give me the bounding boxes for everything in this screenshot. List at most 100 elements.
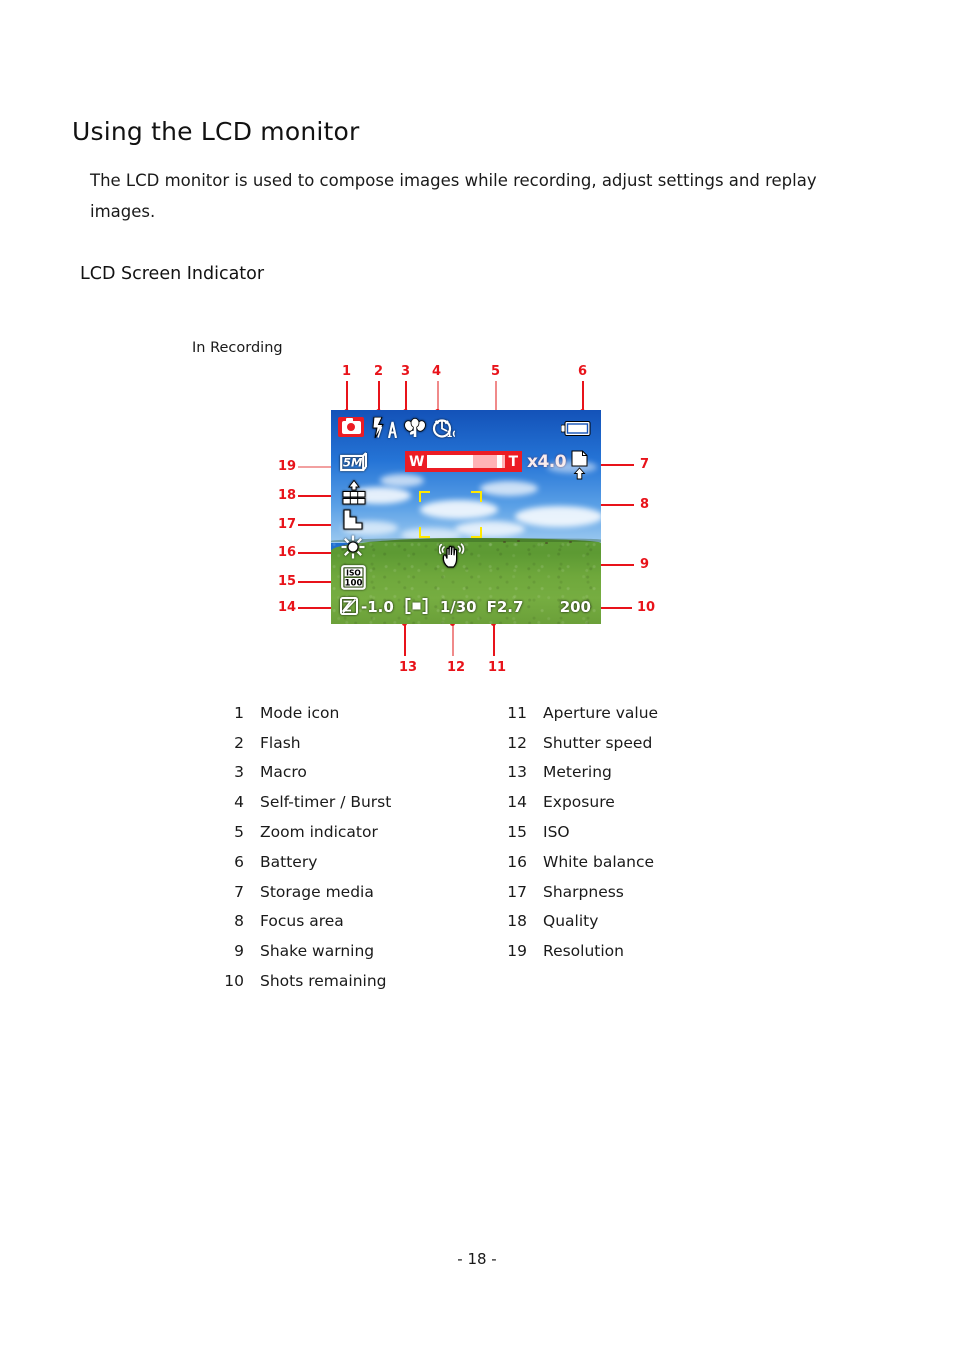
battery-full-icon (560, 420, 591, 441)
subsection-heading-in-recording: In Recording (192, 339, 283, 356)
legend-row: 10 Shots remaining (222, 966, 391, 996)
legend-row-label: Mode icon (260, 703, 340, 722)
legend-row: 3 Macro (222, 758, 391, 788)
zoom-indicator-bar[interactable]: W T (405, 451, 522, 472)
legend-row-label: Flash (260, 733, 301, 752)
legend-row: 16 White balance (505, 847, 658, 877)
legend-row-number: 2 (234, 733, 244, 752)
white-balance-daylight-icon (341, 535, 365, 562)
legend-column-a: 1 Mode icon 2 Flash 3 Macro 4 Self-timer / Burs… (222, 698, 391, 996)
page-footer: - 18 - (457, 1250, 497, 1268)
focus-bracket-bottom-right (471, 527, 482, 538)
callout-7: 7 (640, 457, 650, 472)
callout-18: 18 (278, 488, 297, 503)
svg-text:100: 100 (345, 579, 363, 589)
legend-row-number: 11 (507, 703, 527, 722)
resolution-icon: 5M (340, 451, 367, 476)
callout-5: 5 (491, 364, 501, 379)
legend-row: 12 Shutter speed (505, 728, 658, 758)
callout-4: 4 (432, 364, 442, 379)
legend-row-number: 9 (234, 942, 244, 961)
focus-bracket-bottom-left (419, 527, 430, 538)
legend-row-number: 8 (234, 912, 244, 931)
mode-icon (338, 417, 364, 437)
manual-page: Using the LCD monitor The LCD monitor is… (0, 0, 954, 1351)
macro-flower-icon (404, 418, 426, 440)
callout-13: 13 (399, 660, 418, 675)
intro-paragraph: The LCD monitor is used to compose image… (90, 170, 817, 221)
leader-line-13 (404, 624, 406, 656)
callout-2: 2 (374, 364, 384, 379)
legend-row-label: Metering (543, 763, 612, 782)
lcd-screen-preview: 10 (331, 410, 601, 624)
legend-row-label: Macro (260, 763, 307, 782)
callout-9: 9 (640, 557, 650, 572)
legend-row-number: 4 (234, 793, 244, 812)
leader-line-6 (582, 381, 584, 411)
osd-bottom-status-bar: -1.0 1/30 F2.7 200 (331, 596, 601, 619)
svg-text:5M: 5M (343, 456, 363, 470)
osd-overlay: 10 (331, 410, 601, 624)
callout-14: 14 (278, 600, 297, 615)
legend-row-label: White balance (543, 852, 655, 871)
exposure-value: -1.0 (361, 598, 394, 616)
legend-row-number: 15 (507, 823, 527, 842)
leader-line-4 (437, 381, 439, 411)
legend-row-number: 1 (234, 703, 244, 722)
zoom-knob[interactable] (497, 455, 503, 468)
callout-17: 17 (278, 517, 297, 532)
legend-row-number: 18 (507, 912, 527, 931)
zoom-tele-label: T (508, 453, 518, 470)
section-heading-lcd-screen-indicator: LCD Screen Indicator (80, 263, 265, 284)
sd-card-icon (570, 450, 589, 484)
leader-line-19 (298, 466, 334, 468)
shutter-speed-value: 1/30 (439, 598, 477, 616)
callout-16: 16 (278, 545, 297, 560)
legend-row-number: 16 (507, 852, 527, 871)
legend-row: 6 Battery (222, 847, 391, 877)
legend-row-label: Shake warning (260, 942, 375, 961)
callout-6: 6 (578, 364, 588, 379)
legend-row: 19 Resolution (505, 936, 658, 966)
leader-line-18 (298, 495, 334, 497)
legend-row: 8 Focus area (222, 907, 391, 937)
legend-row: 13 Metering (505, 758, 658, 788)
legend-row: 15 ISO (505, 817, 658, 847)
legend-row: 14 Exposure (505, 787, 658, 817)
legend-row: 2 Flash (222, 728, 391, 758)
legend-row-number: 19 (507, 942, 527, 961)
leader-line-16 (298, 552, 334, 554)
aperture-value: F2.7 (486, 598, 524, 616)
legend-row-number: 17 (507, 882, 527, 901)
focus-bracket-top-left (419, 491, 430, 502)
focus-bracket-top-right (471, 491, 482, 502)
legend-row-label: Shots remaining (260, 972, 387, 991)
svg-text:10: 10 (447, 430, 456, 438)
legend-row: 17 Sharpness (505, 877, 658, 907)
shots-remaining-value: 200 (559, 598, 591, 616)
callout-10: 10 (637, 600, 656, 615)
legend-row-label: Exposure (543, 793, 615, 812)
legend-row-number: 5 (234, 823, 244, 842)
legend-row-label: Sharpness (543, 882, 624, 901)
zoom-track[interactable] (427, 455, 506, 468)
iso-icon: ISO 100 (341, 565, 366, 593)
zoom-factor-value: x4.0 (527, 452, 567, 472)
leader-line-7 (598, 464, 634, 466)
callout-19: 19 (278, 459, 297, 474)
sharpness-icon (343, 509, 363, 533)
legend-column-b: 11 Aperture value 12 Shutter speed 13 Meterin… (505, 698, 658, 966)
zoom-wide-label: W (409, 453, 425, 470)
legend-row-number: 13 (507, 763, 527, 782)
legend-row-label: Self-timer / Burst (260, 793, 392, 812)
callout-8: 8 (640, 497, 650, 512)
legend-row: 1 Mode icon (222, 698, 391, 728)
leader-line-14 (298, 607, 334, 609)
legend-row-number: 3 (234, 763, 244, 782)
legend-row: 5 Zoom indicator (222, 817, 391, 847)
callout-15: 15 (278, 574, 297, 589)
legend-row: 11 Aperture value (505, 698, 658, 728)
legend-row-number: 10 (224, 972, 244, 991)
exposure-compensation-icon (340, 596, 358, 619)
legend-row: 9 Shake warning (222, 936, 391, 966)
